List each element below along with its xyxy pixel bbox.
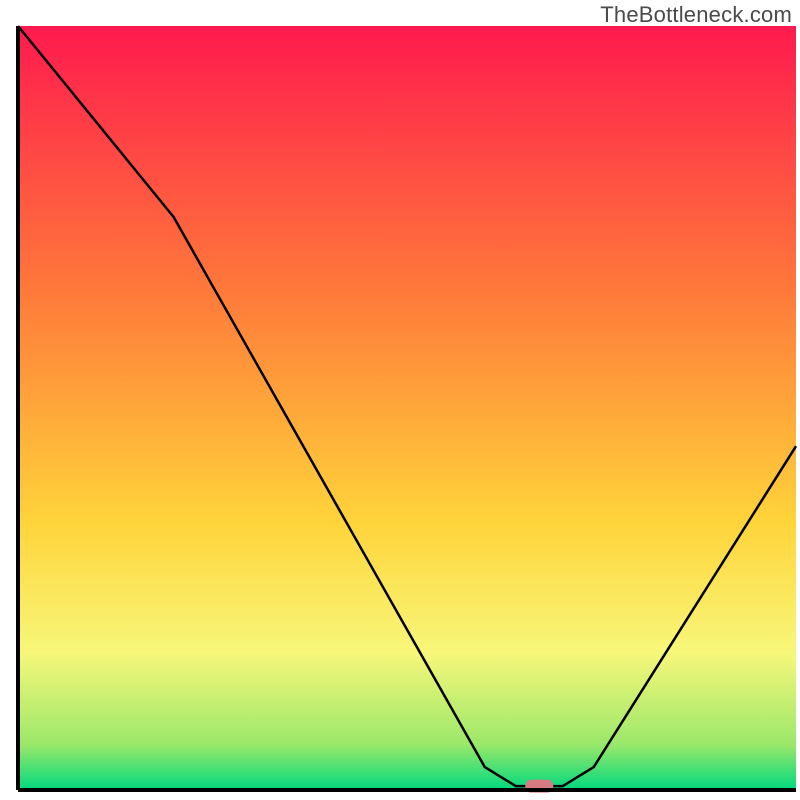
plot-background [18, 26, 796, 790]
bottleneck-chart: TheBottleneck.com [0, 0, 800, 800]
chart-svg [0, 0, 800, 800]
attribution-label: TheBottleneck.com [600, 2, 792, 28]
